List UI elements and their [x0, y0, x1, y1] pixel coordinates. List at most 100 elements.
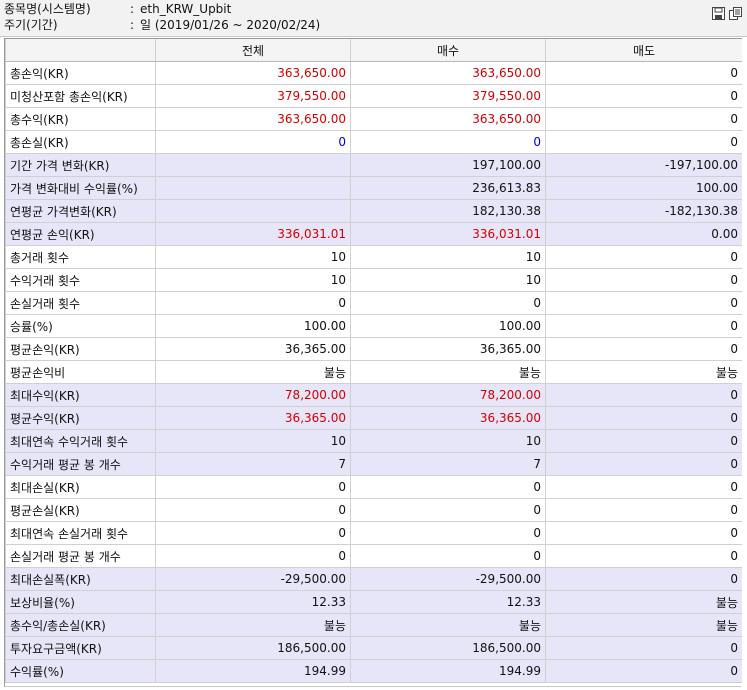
row-label-cell[interactable]: 수익거래 평균 봉 개수: [5, 452, 156, 476]
sell-value-cell[interactable]: -182,130.38: [545, 199, 742, 223]
buy-value-cell[interactable]: 0: [350, 521, 546, 545]
total-value-cell[interactable]: [155, 153, 351, 177]
total-value-cell[interactable]: 78,200.00: [155, 383, 351, 407]
column-header-total[interactable]: 전체: [155, 39, 351, 62]
buy-value-cell[interactable]: 불능: [350, 613, 546, 637]
buy-value-cell[interactable]: 0: [350, 291, 546, 315]
sell-value-cell[interactable]: 0: [545, 429, 742, 453]
total-value-cell[interactable]: 0: [155, 130, 351, 154]
table-row[interactable]: 수익률(%) 194.99 194.99 0: [5, 659, 742, 683]
buy-value-cell[interactable]: 0: [350, 498, 546, 522]
total-value-cell[interactable]: 불능: [155, 613, 351, 637]
row-label-cell[interactable]: 최대연속 손실거래 횟수: [5, 521, 156, 545]
buy-value-cell[interactable]: 236,613.83: [350, 176, 546, 200]
table-row[interactable]: 최대손실폭(KR) -29,500.00 -29,500.00 0: [5, 567, 742, 591]
total-value-cell[interactable]: 7: [155, 452, 351, 476]
row-label-cell[interactable]: 최대수익(KR): [5, 383, 156, 407]
buy-value-cell[interactable]: 363,650.00: [350, 61, 546, 85]
row-label-cell[interactable]: 기간 가격 변화(KR): [5, 153, 156, 177]
buy-value-cell[interactable]: 197,100.00: [350, 153, 546, 177]
total-value-cell[interactable]: 186,500.00: [155, 636, 351, 660]
total-value-cell[interactable]: 194.99: [155, 659, 351, 683]
row-label-cell[interactable]: 평균손익비: [5, 360, 156, 384]
buy-value-cell[interactable]: 0: [350, 475, 546, 499]
buy-value-cell[interactable]: 186,500.00: [350, 636, 546, 660]
total-value-cell[interactable]: 10: [155, 429, 351, 453]
buy-value-cell[interactable]: 194.99: [350, 659, 546, 683]
sell-value-cell[interactable]: 0: [545, 659, 742, 683]
buy-value-cell[interactable]: 7: [350, 452, 546, 476]
row-label-cell[interactable]: 최대손실폭(KR): [5, 567, 156, 591]
sell-value-cell[interactable]: 0: [545, 498, 742, 522]
total-value-cell[interactable]: [155, 199, 351, 223]
row-label-cell[interactable]: 연평균 가격변화(KR): [5, 199, 156, 223]
row-label-cell[interactable]: 총수익/총손실(KR): [5, 613, 156, 637]
total-value-cell[interactable]: 0: [155, 498, 351, 522]
sell-value-cell[interactable]: 0: [545, 107, 742, 131]
buy-value-cell[interactable]: 100.00: [350, 314, 546, 338]
row-label-cell[interactable]: 수익률(%): [5, 659, 156, 683]
save-icon[interactable]: [711, 6, 725, 20]
buy-value-cell[interactable]: 36,365.00: [350, 337, 546, 361]
table-row[interactable]: 평균손익(KR) 36,365.00 36,365.00 0: [5, 337, 742, 361]
sell-value-cell[interactable]: 불능: [545, 360, 742, 384]
table-row[interactable]: 총손익(KR) 363,650.00 363,650.00 0: [5, 61, 742, 85]
buy-value-cell[interactable]: 336,031.01: [350, 222, 546, 246]
row-label-cell[interactable]: 가격 변화대비 수익률(%): [5, 176, 156, 200]
buy-value-cell[interactable]: 12.33: [350, 590, 546, 614]
row-label-cell[interactable]: 평균손실(KR): [5, 498, 156, 522]
row-label-cell[interactable]: 최대손실(KR): [5, 475, 156, 499]
total-value-cell[interactable]: 0: [155, 291, 351, 315]
sell-value-cell[interactable]: 0: [545, 314, 742, 338]
total-value-cell[interactable]: [155, 176, 351, 200]
sell-value-cell[interactable]: 100.00: [545, 176, 742, 200]
buy-value-cell[interactable]: -29,500.00: [350, 567, 546, 591]
buy-value-cell[interactable]: 182,130.38: [350, 199, 546, 223]
buy-value-cell[interactable]: 36,365.00: [350, 406, 546, 430]
sell-value-cell[interactable]: 0: [545, 61, 742, 85]
sell-value-cell[interactable]: 0: [545, 130, 742, 154]
table-row[interactable]: 미청산포함 총손익(KR) 379,550.00 379,550.00 0: [5, 84, 742, 108]
row-label-cell[interactable]: 투자요구금액(KR): [5, 636, 156, 660]
sell-value-cell[interactable]: 불능: [545, 590, 742, 614]
table-row[interactable]: 총수익/총손실(KR) 불능 불능 불능: [5, 613, 742, 637]
total-value-cell[interactable]: 12.33: [155, 590, 351, 614]
total-value-cell[interactable]: 363,650.00: [155, 107, 351, 131]
row-label-cell[interactable]: 총수익(KR): [5, 107, 156, 131]
row-label-cell[interactable]: 평균수익(KR): [5, 406, 156, 430]
table-row[interactable]: 투자요구금액(KR) 186,500.00 186,500.00 0: [5, 636, 742, 660]
table-row[interactable]: 총수익(KR) 363,650.00 363,650.00 0: [5, 107, 742, 131]
table-row[interactable]: 최대연속 손실거래 횟수 0 0 0: [5, 521, 742, 545]
table-row[interactable]: 가격 변화대비 수익률(%) 236,613.83 100.00: [5, 176, 742, 200]
buy-value-cell[interactable]: 10: [350, 429, 546, 453]
buy-value-cell[interactable]: 불능: [350, 360, 546, 384]
row-label-cell[interactable]: 미청산포함 총손익(KR): [5, 84, 156, 108]
row-label-cell[interactable]: 승률(%): [5, 314, 156, 338]
sell-value-cell[interactable]: 0: [545, 567, 742, 591]
sell-value-cell[interactable]: 0: [545, 337, 742, 361]
table-row[interactable]: 최대손실(KR) 0 0 0: [5, 475, 742, 499]
sell-value-cell[interactable]: 0: [545, 383, 742, 407]
sell-value-cell[interactable]: 0: [545, 521, 742, 545]
buy-value-cell[interactable]: 379,550.00: [350, 84, 546, 108]
sell-value-cell[interactable]: 0: [545, 406, 742, 430]
buy-value-cell[interactable]: 10: [350, 245, 546, 269]
table-row[interactable]: 총손실(KR) 0 0 0: [5, 130, 742, 154]
total-value-cell[interactable]: 379,550.00: [155, 84, 351, 108]
table-row[interactable]: 수익거래 평균 봉 개수 7 7 0: [5, 452, 742, 476]
row-label-cell[interactable]: 연평균 손익(KR): [5, 222, 156, 246]
total-value-cell[interactable]: 0: [155, 544, 351, 568]
table-row[interactable]: 평균손실(KR) 0 0 0: [5, 498, 742, 522]
table-row[interactable]: 손실거래 횟수 0 0 0: [5, 291, 742, 315]
table-row[interactable]: 연평균 가격변화(KR) 182,130.38 -182,130.38: [5, 199, 742, 223]
sell-value-cell[interactable]: 불능: [545, 613, 742, 637]
row-label-cell[interactable]: 총손익(KR): [5, 61, 156, 85]
sell-value-cell[interactable]: 0: [545, 268, 742, 292]
buy-value-cell[interactable]: 363,650.00: [350, 107, 546, 131]
copy-icon[interactable]: [729, 6, 743, 20]
total-value-cell[interactable]: 0: [155, 475, 351, 499]
sell-value-cell[interactable]: 0: [545, 291, 742, 315]
sell-value-cell[interactable]: -197,100.00: [545, 153, 742, 177]
sell-value-cell[interactable]: 0: [545, 452, 742, 476]
row-label-cell[interactable]: 평균손익(KR): [5, 337, 156, 361]
